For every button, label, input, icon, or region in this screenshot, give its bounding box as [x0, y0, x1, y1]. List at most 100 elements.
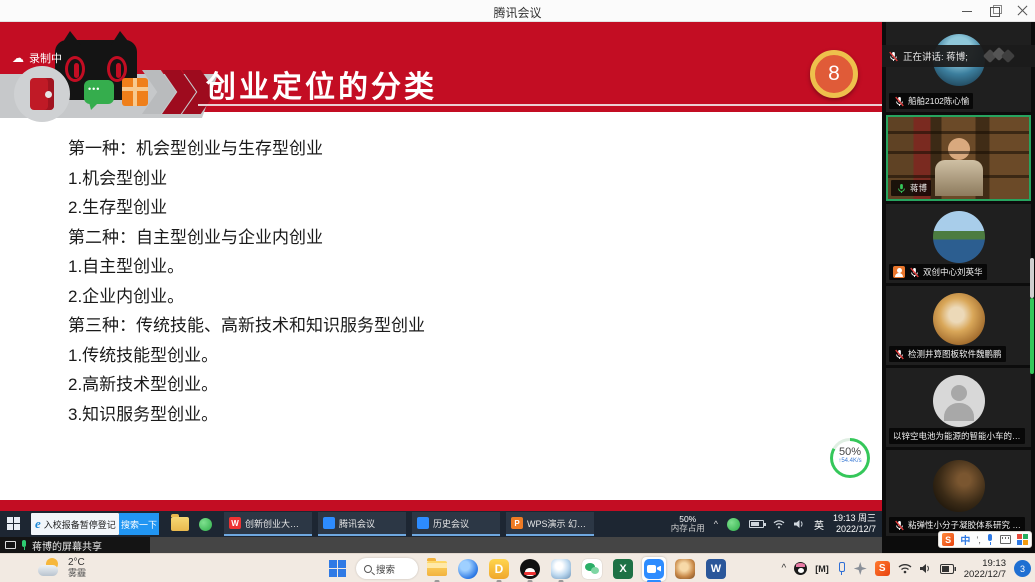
- task-button[interactable]: W创新创业大讲堂-第22...: [224, 512, 312, 536]
- decor-circle: [14, 66, 70, 122]
- participant-name: 以锌空电池为能源的智能小车的研究单永...: [893, 430, 1021, 442]
- anime-app-icon[interactable]: [549, 557, 573, 581]
- excel-icon[interactable]: X: [611, 557, 635, 581]
- mic-muted-icon: [908, 266, 920, 278]
- weather-icon: [38, 558, 62, 578]
- ie-task-button[interactable]: e 入校报备暂停登记: [31, 513, 119, 535]
- participant-tile[interactable]: 蒋博: [886, 115, 1031, 201]
- yellow-d-app-icon[interactable]: D: [487, 557, 511, 581]
- speaking-label: 正在讲话: 蒋博;: [903, 49, 968, 63]
- participant-tile[interactable]: 船舶2102陈心愉: [886, 22, 1031, 112]
- participant-tile[interactable]: 双创中心刘英华: [886, 204, 1031, 283]
- task-label: 腾讯会议: [339, 517, 375, 530]
- speaker-icon[interactable]: [794, 519, 805, 529]
- weather-condition: 雾霾: [68, 568, 86, 578]
- shared-clock[interactable]: 19:13 周三 2022/12/7: [833, 513, 876, 535]
- punctuation-toggle[interactable]: ’,: [976, 535, 981, 545]
- voice-input-icon[interactable]: [987, 534, 994, 545]
- input-language-indicator[interactable]: 英: [814, 517, 824, 532]
- recording-label: 录制中: [29, 50, 62, 66]
- participant-namebar: 船舶2102陈心愉: [889, 93, 973, 109]
- net-speed: ↑54.4K/s: [833, 458, 867, 464]
- network-icon[interactable]: [773, 519, 785, 529]
- green-app-icon[interactable]: [199, 518, 212, 531]
- m-badge-icon[interactable]: [M]: [815, 564, 829, 574]
- close-button[interactable]: [1017, 5, 1029, 17]
- sogou-tray-icon[interactable]: S: [875, 561, 890, 576]
- pinwheel-tray-icon[interactable]: [854, 562, 867, 575]
- scrollbar[interactable]: [1030, 258, 1034, 298]
- minimize-button[interactable]: [961, 5, 973, 17]
- share-banner-label: 蒋博的屏幕共享: [32, 538, 102, 553]
- slide-text-line: 1.传统技能型创业。: [68, 347, 425, 365]
- countdown-badge: 8: [810, 50, 858, 98]
- sogou-logo-icon[interactable]: S: [942, 533, 954, 546]
- screen-share-banner[interactable]: 蒋博的屏幕共享: [0, 537, 150, 553]
- tencent-meeting-icon[interactable]: [642, 557, 666, 581]
- search-button[interactable]: 搜索一下: [119, 513, 159, 535]
- battery-icon[interactable]: [940, 564, 956, 574]
- notification-badge[interactable]: 3: [1014, 560, 1031, 577]
- gift-icon: [122, 78, 148, 106]
- memory-indicator[interactable]: 50% 内存占用: [671, 515, 705, 533]
- net-percent: 50%: [833, 446, 867, 458]
- anime-avatar-app-icon[interactable]: [673, 557, 697, 581]
- antivirus-tray-icon[interactable]: [727, 518, 740, 531]
- participant-tile[interactable]: 检测井算图板软件魏鹏鹏: [886, 286, 1031, 365]
- screen-icon: [5, 541, 16, 549]
- weather-temp: 2°C: [68, 557, 86, 568]
- input-mode-chinese[interactable]: 中: [960, 532, 970, 547]
- participant-name: 蒋博: [910, 182, 927, 194]
- participant-name: 检测井算图板软件魏鹏鹏: [908, 348, 1002, 360]
- qq-icon[interactable]: [518, 557, 542, 581]
- avatar: [933, 211, 985, 263]
- word-icon[interactable]: W: [704, 557, 728, 581]
- keyboard-icon[interactable]: [1000, 535, 1012, 544]
- windows-start-icon[interactable]: [7, 517, 21, 531]
- wifi-icon[interactable]: [898, 563, 912, 574]
- microphone-tray-icon[interactable]: [837, 562, 846, 575]
- start-button[interactable]: [325, 557, 349, 581]
- mic-muted-icon: [893, 519, 905, 531]
- mic-muted-icon: [893, 348, 905, 360]
- participant-tiles: 船舶2102陈心愉蒋博双创中心刘英华检测井算图板软件魏鹏鹏以锌空电池为能源的智能…: [886, 22, 1031, 539]
- task-button[interactable]: PWPS演示 幻灯片放映...: [506, 512, 594, 536]
- task-button[interactable]: 腾讯会议: [318, 512, 406, 536]
- participant-namebar: 检测井算图板软件魏鹏鹏: [889, 346, 1006, 362]
- scrollbar-thumb[interactable]: [1030, 298, 1034, 374]
- sogou-input-toolbar: S 中 ’,: [938, 531, 1032, 548]
- browser-icon[interactable]: [456, 557, 480, 581]
- net-speed-badge[interactable]: 50% ↑54.4K/s: [830, 438, 870, 478]
- restore-button[interactable]: [989, 5, 1001, 17]
- participant-name: 粘弹性小分子凝胶体系研究 庞国熙: [908, 519, 1021, 531]
- file-explorer-icon[interactable]: [171, 517, 189, 531]
- participant-name: 双创中心刘英华: [923, 266, 983, 278]
- search-box[interactable]: 搜索: [356, 558, 418, 579]
- wps-icon: W: [229, 517, 241, 529]
- meeting-watermark-icon: [985, 49, 1025, 63]
- tray-expand-icon[interactable]: ^: [782, 563, 787, 574]
- participant-namebar: 双创中心刘英华: [889, 264, 987, 280]
- task-button[interactable]: 历史会议: [412, 512, 500, 536]
- mic-muted-icon: [893, 95, 905, 107]
- slide-text-line: 1.自主型创业。: [68, 258, 425, 276]
- clock[interactable]: 19:13 2022/12/7: [964, 558, 1006, 580]
- speaking-indicator-bar: 正在讲话: 蒋博;: [882, 45, 1035, 67]
- qq-tray-icon[interactable]: [794, 562, 807, 575]
- weather-widget[interactable]: 2°C 雾霾: [38, 557, 86, 578]
- slide-text-line: 2.高新技术型创业。: [68, 376, 425, 394]
- speaker-icon[interactable]: [920, 563, 932, 574]
- cloud-recording-icon: ☁: [12, 51, 24, 65]
- slide-text-line: 2.生存型创业: [68, 199, 425, 217]
- tray-expand-icon[interactable]: ^: [714, 519, 718, 529]
- ie-icon: e: [35, 516, 41, 532]
- date: 2022/12/7: [964, 569, 1006, 580]
- wechat-icon[interactable]: [580, 557, 604, 581]
- slide-text-line: 1.机会型创业: [68, 170, 425, 188]
- toolbox-icon[interactable]: [1017, 534, 1028, 545]
- participant-tile[interactable]: 粘弹性小分子凝胶体系研究 庞国熙: [886, 450, 1031, 536]
- file-explorer-icon[interactable]: [425, 557, 449, 581]
- window-controls: [961, 0, 1029, 22]
- participant-tile[interactable]: 以锌空电池为能源的智能小车的研究单永...: [886, 368, 1031, 447]
- shared-taskbar: e 入校报备暂停登记 搜索一下 W创新创业大讲堂-第22... 腾讯会议 历史会议P…: [0, 511, 882, 537]
